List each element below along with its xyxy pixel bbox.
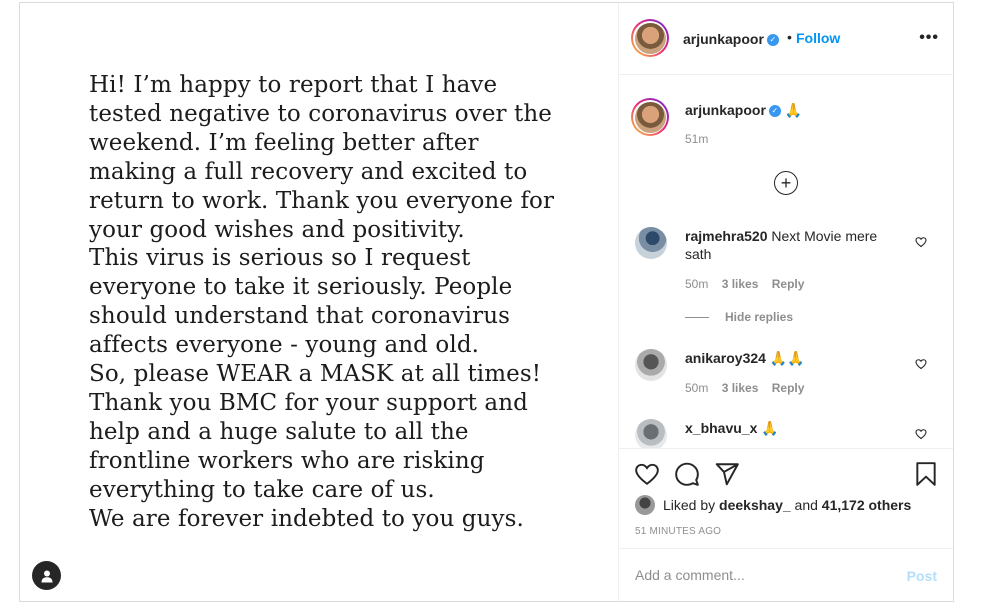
post-actions: Liked by deekshay_ and 41,172 others 51 … [619, 448, 953, 548]
reply-button[interactable]: Reply [772, 381, 805, 395]
image-text-line: help and a huge salute to all the [89, 418, 469, 445]
comment-text: 🙏🙏 [769, 350, 805, 366]
caption-username[interactable]: arjunkapoor [685, 102, 766, 118]
avatar[interactable] [631, 19, 669, 57]
comment-bubble-icon[interactable] [674, 461, 700, 487]
comment-text: 🙏 [761, 420, 779, 436]
image-text-line: Hi! I’m happy to report that I have [89, 72, 498, 98]
comments-section[interactable]: arjunkapoor ✓ 🙏 51m + rajmehra520 Next Mo… [619, 76, 953, 448]
person-icon [41, 570, 52, 582]
image-text-line: frontline workers who are risking [89, 447, 485, 474]
hide-replies-label: Hide replies [725, 310, 794, 324]
comment-avatar[interactable] [635, 349, 667, 381]
post-header: arjunkapoor ✓ • Follow ••• [619, 3, 953, 75]
image-text-line: return to work. Thank you everyone for [89, 187, 555, 214]
comment-likes[interactable]: 3 likes [722, 381, 759, 395]
liked-by-user[interactable]: deekshay_ [719, 497, 791, 513]
comment-time: 50m [685, 277, 709, 291]
image-text-line: tested negative to coronavirus over the [89, 100, 553, 127]
image-text-line: making a full recovery and excited to [89, 158, 528, 185]
image-text-line: So, please WEAR a MASK at all times! [89, 361, 542, 388]
image-text-line: Thank you BMC for your support and [89, 389, 528, 416]
image-text-line: weekend. I’m feeling better after [89, 129, 479, 156]
image-text-line: affects everyone - young and old. [89, 332, 480, 359]
header-username[interactable]: arjunkapoor [683, 31, 764, 47]
more-options-icon[interactable]: ••• [919, 29, 939, 47]
caption-avatar[interactable] [631, 98, 669, 136]
share-paper-plane-icon[interactable] [714, 461, 740, 487]
comment-time: 50m [685, 381, 709, 395]
caption-time: 51m [685, 132, 709, 146]
divider-line [685, 317, 709, 319]
separator-dot: • [787, 29, 792, 45]
post-image[interactable]: Hi! I’m happy to report that I have test… [20, 3, 619, 601]
comment-username[interactable]: anikaroy324 [685, 350, 766, 366]
post-comment-button[interactable]: Post [907, 568, 937, 584]
post-card: Hi! I’m happy to report that I have test… [19, 2, 954, 602]
caption-text: 🙏 [784, 102, 803, 118]
comment-like-heart-icon[interactable] [915, 236, 927, 248]
liked-by-and: and [794, 497, 818, 513]
image-text-line: This virus is serious so I request [89, 245, 471, 272]
comment-avatar[interactable] [635, 419, 667, 448]
liked-by-prefix: Liked by [663, 497, 716, 513]
verified-badge-icon: ✓ [766, 34, 779, 47]
comment-text-block: rajmehra520 Next Movie mere sath [685, 227, 895, 263]
liked-by: Liked by deekshay_ and 41,172 others [635, 495, 911, 515]
comment-like-heart-icon[interactable] [915, 358, 927, 370]
comment-text-block: x_bhavu_x 🙏 [685, 419, 895, 437]
image-text-line: We are forever indebted to you guys. [89, 505, 524, 532]
comment-text-block: anikaroy324 🙏🙏 [685, 349, 895, 367]
plus-icon: + [780, 173, 792, 193]
add-comment-input[interactable] [635, 567, 885, 583]
comment-like-heart-icon[interactable] [915, 428, 927, 440]
hide-replies-button[interactable]: Hide replies [685, 310, 793, 324]
verified-badge-icon: ✓ [768, 105, 781, 118]
post-side-panel: arjunkapoor ✓ • Follow ••• arjunkapoor ✓ 🙏… [619, 3, 953, 601]
comment-likes[interactable]: 3 likes [722, 277, 759, 291]
comment-meta: 50m 3 likes Reply [685, 277, 814, 291]
tagged-users-button[interactable] [32, 561, 61, 590]
reply-button[interactable]: Reply [772, 277, 805, 291]
post-timestamp[interactable]: 51 MINUTES AGO [635, 526, 721, 537]
liked-by-avatar[interactable] [635, 495, 655, 515]
comment-username[interactable]: rajmehra520 [685, 228, 768, 244]
like-heart-icon[interactable] [634, 461, 660, 487]
add-comment-bar: Post [619, 548, 953, 603]
image-text-line: should understand that coronavirus [89, 303, 511, 330]
comment-avatar[interactable] [635, 227, 667, 259]
comment-username[interactable]: x_bhavu_x [685, 420, 757, 436]
save-bookmark-icon[interactable] [913, 461, 939, 487]
follow-button[interactable]: Follow [796, 30, 840, 46]
image-text-line: everything to take care of us. [89, 476, 435, 503]
comment-meta: 50m 3 likes Reply [685, 381, 814, 395]
post-image-text: Hi! I’m happy to report that I have test… [89, 71, 609, 534]
load-more-comments-button[interactable]: + [774, 171, 798, 195]
header-username-wrap[interactable]: arjunkapoor ✓ [683, 31, 779, 47]
liked-by-others[interactable]: 41,172 others [822, 497, 912, 513]
image-text-line: your good wishes and positivity. [89, 216, 465, 243]
image-text-line: everyone to take it seriously. People [89, 274, 513, 301]
caption-line: arjunkapoor ✓ 🙏 [685, 102, 802, 119]
